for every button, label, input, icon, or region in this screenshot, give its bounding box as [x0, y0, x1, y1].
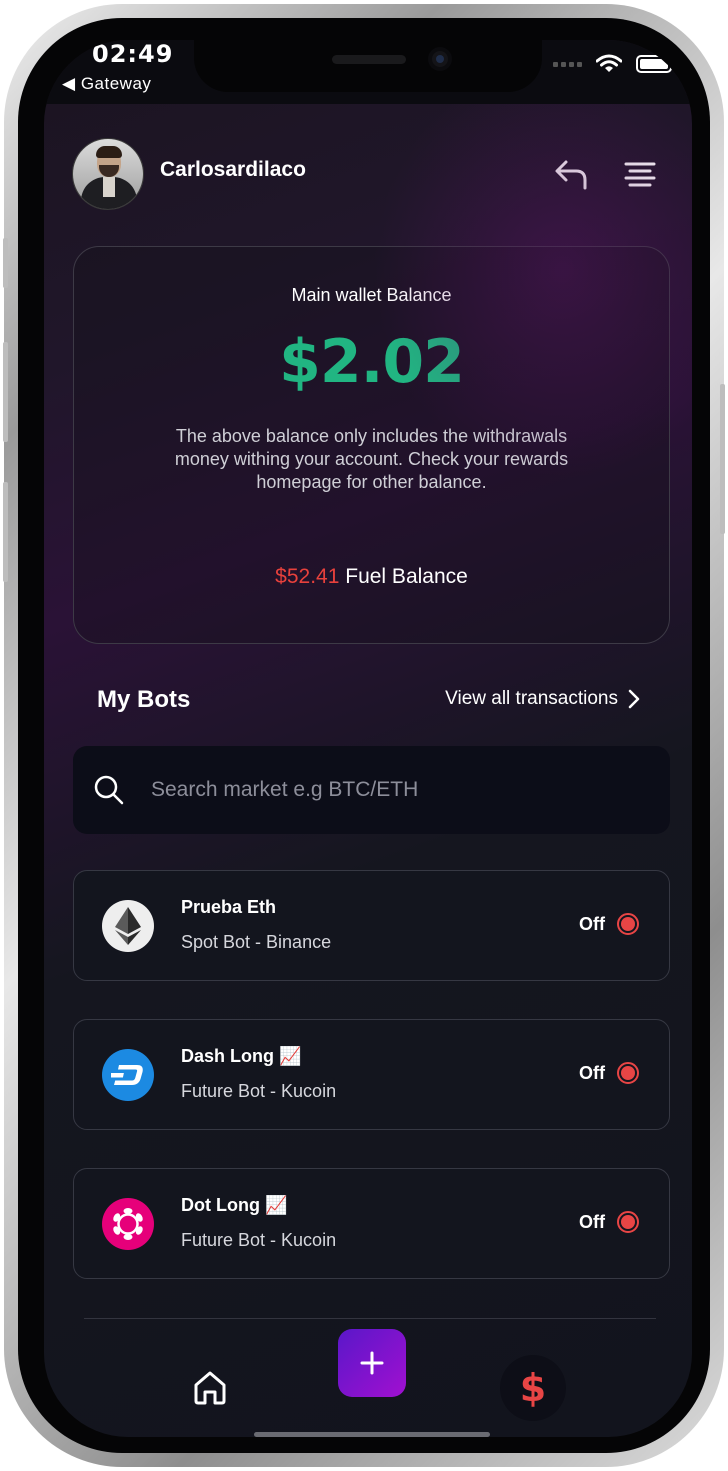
speaker — [332, 55, 406, 64]
cellular-signal-icon — [553, 61, 582, 67]
username: Carlosardilaco — [160, 158, 306, 181]
fuel-label: Fuel Balance — [345, 565, 468, 588]
ethereum-icon — [102, 900, 154, 952]
home-indicator — [254, 1432, 490, 1437]
bot-status-label: Off — [579, 1211, 605, 1232]
status-off-icon — [617, 1211, 639, 1233]
dollar-icon[interactable]: $ — [500, 1355, 566, 1421]
chevron-right-icon — [628, 689, 640, 709]
battery-icon — [636, 55, 675, 73]
back-app-label: Gateway — [80, 74, 152, 93]
bot-status-toggle[interactable]: Off — [579, 1062, 639, 1084]
phone-frame: 02:49 ◀ Gateway Carlosardilaco Main wall… — [3, 4, 725, 1467]
fuel-amount: $52.41 — [275, 565, 340, 588]
wifi-icon — [596, 54, 622, 72]
wallet-amount: $2.02 — [279, 327, 465, 397]
dash-icon — [102, 1049, 154, 1101]
my-bots-header: My Bots View all transactions — [44, 680, 692, 720]
wallet-balance-card: Main wallet Balance $2.02 The above bala… — [73, 246, 670, 644]
bot-name: Prueba Eth — [181, 897, 277, 917]
back-to-app-link[interactable]: ◀ Gateway — [62, 74, 151, 94]
bot-name: Dot Long 📈 — [181, 1195, 288, 1215]
status-time: 02:49 — [92, 40, 174, 68]
bot-type: Future Bot - Kucoin — [181, 1081, 337, 1101]
home-icon[interactable] — [190, 1368, 230, 1408]
back-triangle-icon: ◀ — [62, 74, 76, 93]
bot-card[interactable]: Prueba Eth Spot Bot - Binance Off — [73, 870, 670, 981]
wallet-title: Main wallet Balance — [291, 285, 452, 305]
status-off-icon — [617, 913, 639, 935]
wallet-note: The above balance only includes the with… — [174, 426, 569, 492]
status-icons — [553, 54, 675, 74]
bot-status-toggle[interactable]: Off — [579, 1211, 639, 1233]
status-off-icon — [617, 1062, 639, 1084]
volume-up-button — [3, 342, 8, 442]
search-icon — [94, 775, 124, 805]
app-header: Carlosardilaco — [44, 136, 692, 212]
mute-switch — [3, 238, 8, 288]
add-bot-button[interactable] — [338, 1329, 406, 1397]
volume-down-button — [3, 482, 8, 582]
bot-card[interactable]: Dash Long 📈 Future Bot - Kucoin Off — [73, 1019, 670, 1130]
fuel-balance: $52.41 Fuel Balance — [74, 565, 669, 589]
bot-card[interactable]: Dot Long 📈 Future Bot - Kucoin Off — [73, 1168, 670, 1279]
avatar[interactable] — [72, 138, 144, 210]
bot-type: Spot Bot - Binance — [181, 932, 332, 952]
app-screen: 02:49 ◀ Gateway Carlosardilaco Main wall… — [44, 40, 692, 1437]
polkadot-icon — [102, 1198, 154, 1250]
view-all-label: View all transactions — [445, 688, 618, 709]
bot-name: Dash Long 📈 — [181, 1046, 302, 1066]
bot-status-label: Off — [579, 1062, 605, 1083]
plus-icon — [360, 1351, 384, 1375]
view-all-transactions-link[interactable]: View all transactions — [445, 688, 640, 710]
power-button — [720, 384, 725, 534]
menu-icon[interactable] — [620, 154, 660, 194]
bot-status-toggle[interactable]: Off — [579, 913, 639, 935]
section-title: My Bots — [97, 686, 191, 713]
search-bar — [73, 746, 670, 834]
tab-bar-divider — [84, 1318, 656, 1319]
undo-arrow-icon[interactable] — [552, 154, 592, 194]
bot-status-label: Off — [579, 913, 605, 934]
bot-type: Future Bot - Kucoin — [181, 1230, 337, 1250]
search-input[interactable] — [151, 766, 631, 814]
notch — [194, 40, 542, 92]
front-camera — [428, 47, 452, 71]
